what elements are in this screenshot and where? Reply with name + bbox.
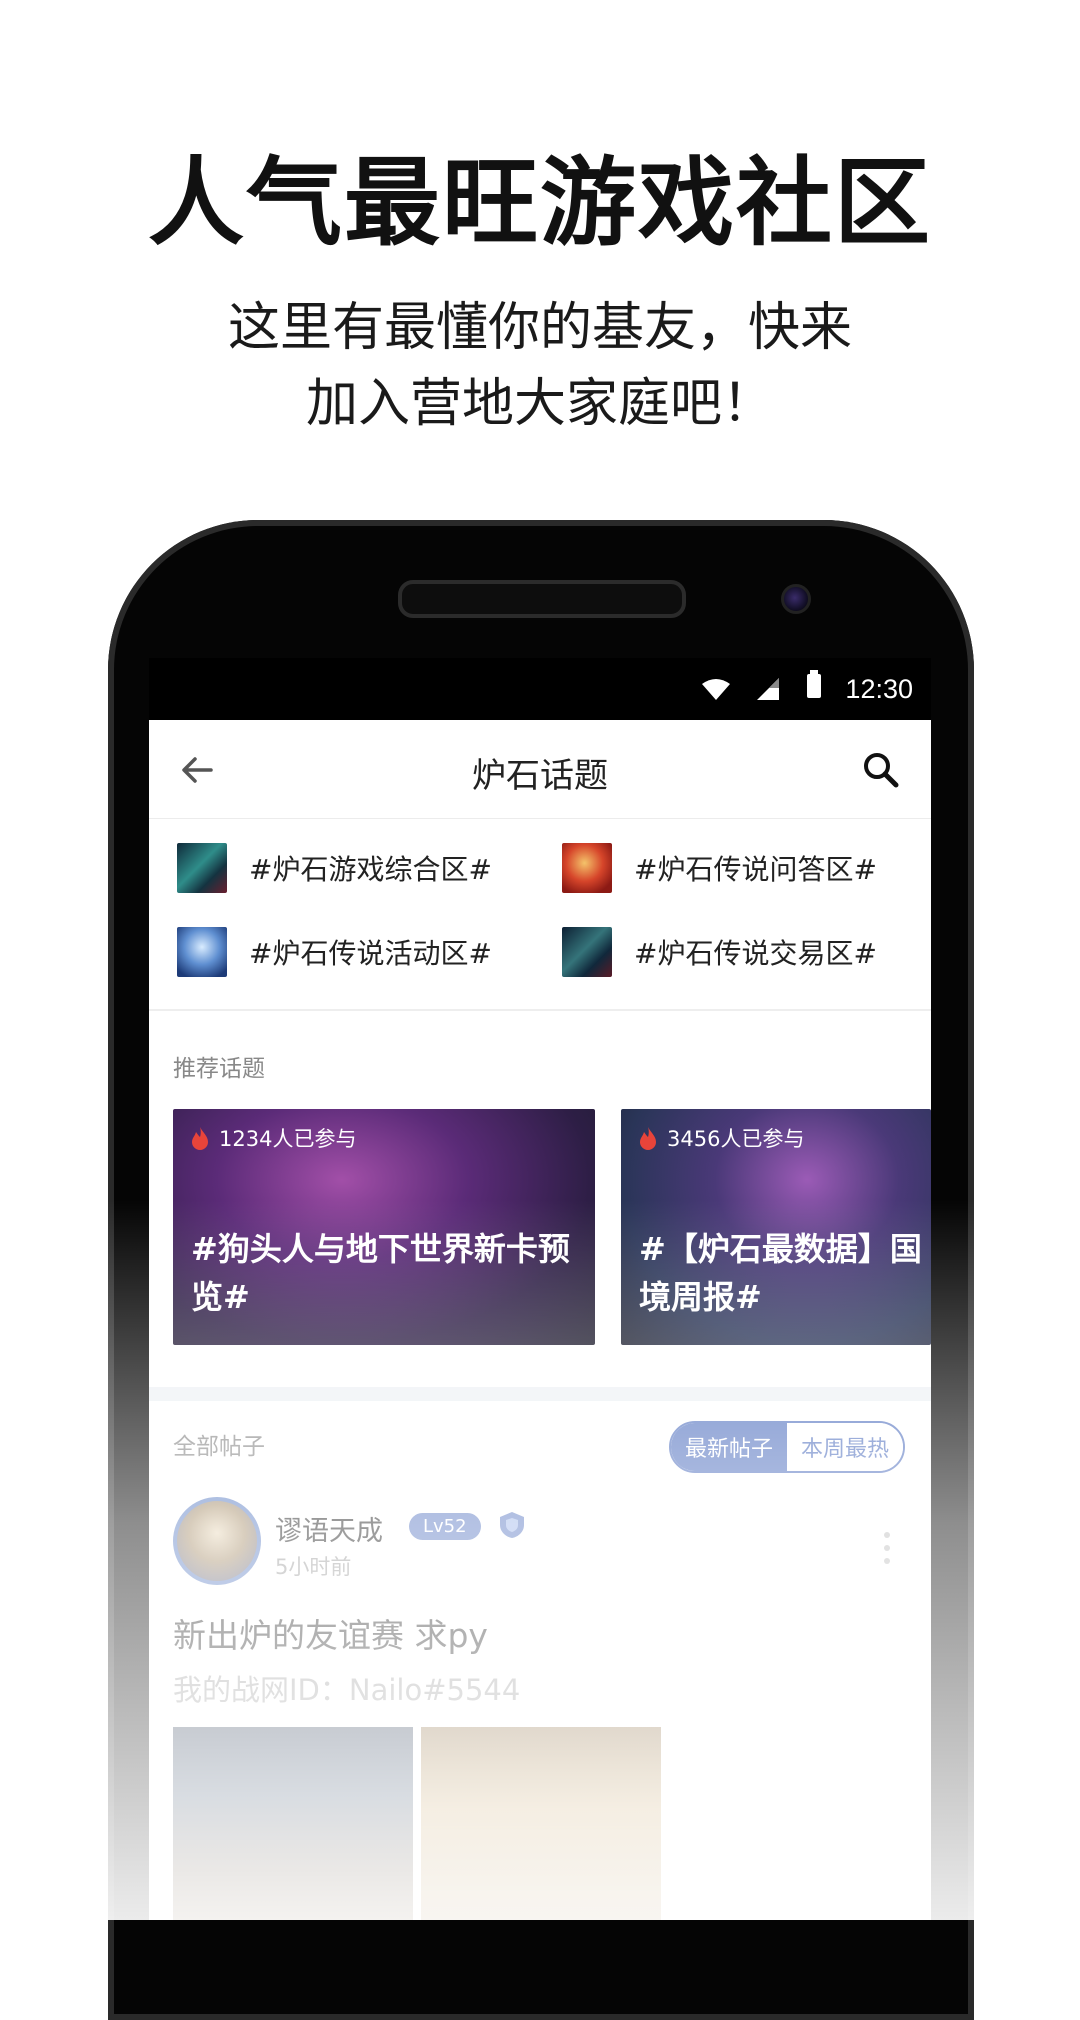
- participant-count-text: 3456人已参与: [667, 1127, 805, 1151]
- topic-link-label: #炉石传说交易区#: [634, 937, 877, 970]
- card-title: #狗头人与地下世界新卡预览#: [191, 1230, 570, 1316]
- all-posts-label: 全部帖子: [173, 1434, 265, 1460]
- recommended-card[interactable]: 3456人已参与 #【炉石最数据】国境周报#: [621, 1109, 931, 1345]
- promo-subline: 这里有最懂你的基友，快来 加入营地大家庭吧！: [0, 290, 1080, 442]
- level-badge: Lv52: [409, 1513, 481, 1540]
- recommended-card[interactable]: 1234人已参与 #狗头人与地下世界新卡预览#: [173, 1109, 595, 1345]
- avatar[interactable]: [173, 1497, 261, 1585]
- tab-weekly-hot[interactable]: 本周最热: [786, 1423, 903, 1471]
- flame-icon: [192, 1127, 208, 1150]
- topic-thumbnail: [177, 843, 227, 893]
- app-bar: 炉石话题: [149, 720, 931, 819]
- topic-link-label: #炉石传说活动区#: [249, 937, 492, 970]
- search-icon[interactable]: [861, 750, 901, 790]
- participant-count-text: 1234人已参与: [219, 1127, 357, 1151]
- topic-link-trade[interactable]: #炉石传说交易区#: [562, 927, 877, 977]
- post-title[interactable]: 新出炉的友谊赛 求py: [173, 1609, 488, 1657]
- participant-count: 3456人已参与: [639, 1123, 804, 1153]
- phone-camera: [781, 584, 811, 614]
- topic-thumbnail: [562, 927, 612, 977]
- more-options-icon[interactable]: [883, 1531, 891, 1565]
- topic-thumbnail: [562, 843, 612, 893]
- status-bar: 12:30: [149, 658, 931, 720]
- topic-thumbnail: [177, 927, 227, 977]
- post-time: 5小时前: [275, 1555, 352, 1579]
- post-image[interactable]: [421, 1727, 661, 1920]
- flame-icon: [640, 1127, 656, 1150]
- page-title: 炉石话题: [472, 756, 608, 796]
- tab-latest-posts[interactable]: 最新帖子: [670, 1423, 787, 1471]
- card-title: #【炉石最数据】国境周报#: [639, 1230, 922, 1316]
- username[interactable]: 谬语天成: [275, 1509, 383, 1548]
- topic-link-general[interactable]: #炉石游戏综合区#: [177, 843, 492, 893]
- signal-icon: [757, 678, 779, 700]
- post-body: 我的战网ID：Nailo#5544: [173, 1673, 521, 1707]
- wifi-icon: [702, 679, 730, 700]
- shield-badge-icon: [500, 1512, 524, 1538]
- recommended-topics: 推荐话题 1234人已参与 #狗头人与地下世界新卡预览# 3456人已参与 #【…: [149, 1011, 931, 1387]
- topic-links: #炉石游戏综合区# #炉石传说问答区# #炉石传说活动区# #炉石传说交易区#: [149, 819, 931, 1011]
- topic-link-label: #炉石游戏综合区#: [249, 853, 492, 886]
- section-divider: [149, 1387, 931, 1401]
- topic-link-events[interactable]: #炉石传说活动区#: [177, 927, 492, 977]
- promo-subline-line-2: 加入营地大家庭吧！: [305, 374, 774, 434]
- all-posts: 全部帖子 最新帖子 本周最热 谬语天成 Lv52 5小时前 新出炉的友谊赛 求p…: [149, 1401, 931, 1920]
- post-image[interactable]: [173, 1727, 413, 1920]
- recommended-label: 推荐话题: [173, 1056, 265, 1082]
- topic-link-qa[interactable]: #炉石传说问答区#: [562, 843, 877, 893]
- topic-link-label: #炉石传说问答区#: [634, 853, 877, 886]
- phone-speaker: [398, 580, 686, 618]
- status-time: 12:30: [845, 674, 913, 704]
- posts-sort-toggle: 最新帖子 本周最热: [668, 1421, 905, 1473]
- promo-subline-line-1: 这里有最懂你的基友，快来: [227, 298, 852, 358]
- phone-screen: 12:30 炉石话题 #炉石游戏综合区# #炉石传说问答区# #炉石传说活动区#…: [149, 658, 931, 1920]
- battery-icon: [807, 670, 821, 698]
- participant-count: 1234人已参与: [191, 1123, 356, 1153]
- promo-headline: 人气最旺游戏社区: [148, 147, 932, 259]
